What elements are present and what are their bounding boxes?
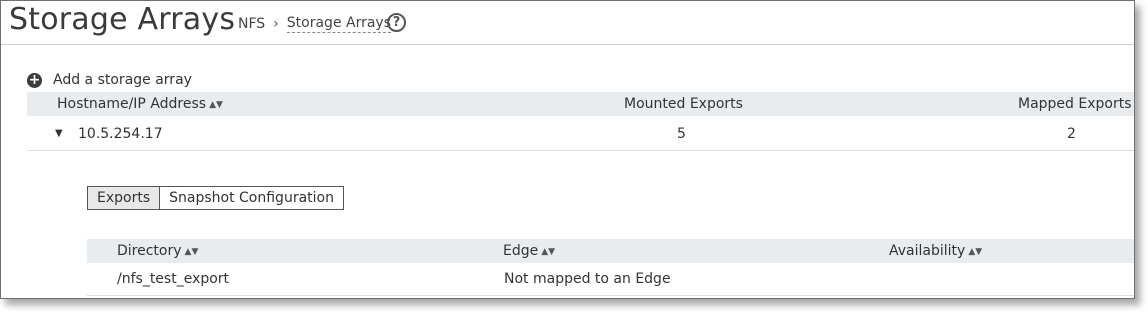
edge-column-label: Edge — [503, 243, 539, 259]
breadcrumb-current[interactable]: Storage Arrays — [286, 15, 392, 33]
hostname-column-header[interactable]: Hostname/IP Address ▲▼ — [57, 96, 223, 112]
table-row[interactable]: ▼ 10.5.254.17 5 2 — [27, 116, 1134, 151]
header-divider — [1, 44, 1134, 45]
table-row[interactable]: /nfs_test_export Not mapped to an Edge — [87, 263, 1134, 296]
plus-circle-icon: + — [27, 71, 42, 88]
mounted-exports-column-header: Mounted Exports — [624, 96, 743, 112]
add-storage-array-label: Add a storage array — [53, 72, 192, 88]
add-storage-array-button[interactable]: + Add a storage array — [27, 72, 192, 88]
edge-cell: Not mapped to an Edge — [504, 271, 671, 287]
exports-table-header: Directory ▲▼ Edge ▲▼ Availability ▲▼ — [87, 239, 1134, 263]
availability-column-header[interactable]: Availability ▲▼ — [889, 243, 982, 259]
arrays-table-header: Hostname/IP Address ▲▼ Mounted Exports Ma… — [27, 92, 1134, 116]
tab-snapshot-configuration[interactable]: Snapshot Configuration — [160, 187, 343, 209]
hostname-column-label: Hostname/IP Address — [57, 96, 207, 112]
breadcrumb: NFS › Storage Arrays — [238, 15, 392, 33]
breadcrumb-nfs-link[interactable]: NFS — [238, 16, 265, 32]
sort-icon: ▲▼ — [209, 100, 223, 110]
expand-triangle-icon[interactable]: ▼ — [55, 128, 63, 139]
detail-tabs: Exports Snapshot Configuration — [87, 186, 344, 210]
mounted-exports-cell: 5 — [677, 126, 686, 142]
sort-icon: ▲▼ — [968, 247, 983, 257]
mapped-exports-column-header: Mapped Exports — [1018, 96, 1132, 112]
directory-column-header[interactable]: Directory ▲▼ — [117, 243, 198, 259]
sort-icon: ▲▼ — [541, 247, 556, 257]
breadcrumb-separator: › — [273, 16, 279, 32]
storage-arrays-panel: Storage Arrays NFS › Storage Arrays ? + … — [0, 0, 1135, 299]
tab-exports[interactable]: Exports — [88, 187, 161, 209]
availability-column-label: Availability — [889, 243, 966, 259]
help-icon[interactable]: ? — [387, 13, 406, 32]
edge-column-header[interactable]: Edge ▲▼ — [503, 243, 555, 259]
sort-icon: ▲▼ — [184, 247, 199, 257]
directory-cell: /nfs_test_export — [117, 271, 230, 287]
directory-column-label: Directory — [117, 243, 182, 259]
page-title: Storage Arrays — [9, 2, 236, 37]
hostname-cell: 10.5.254.17 — [78, 126, 163, 142]
mapped-exports-cell: 2 — [1067, 126, 1076, 142]
